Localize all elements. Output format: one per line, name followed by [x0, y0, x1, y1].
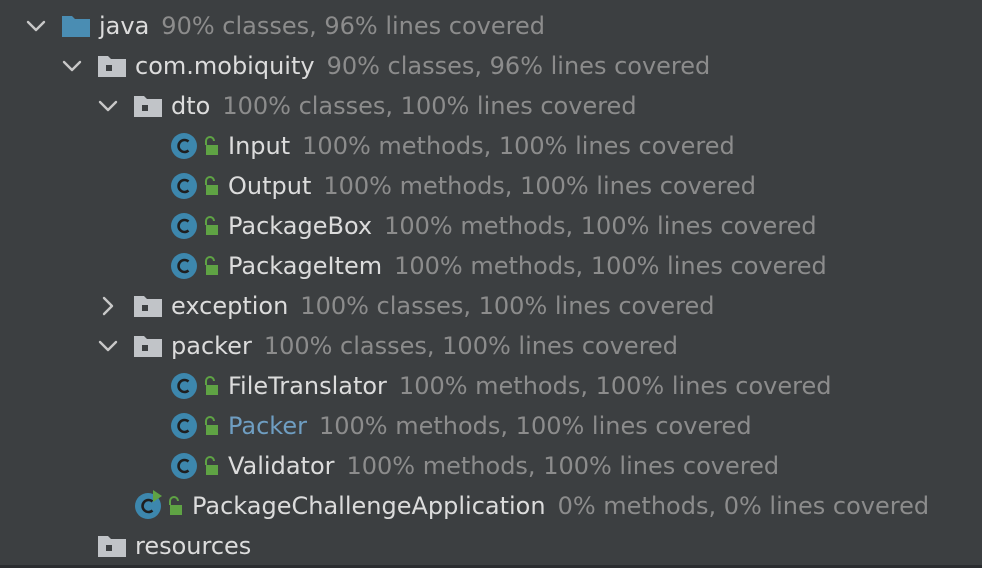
chevron-down-icon[interactable] — [60, 54, 84, 78]
lock-open-icon — [205, 256, 218, 275]
tree-node-resources[interactable]: resources — [0, 526, 982, 566]
tree-node-package-challenge-application[interactable]: PackageChallengeApplication 0% methods, … — [0, 486, 982, 526]
node-name: PackageItem — [228, 252, 383, 280]
coverage-summary: 100% classes, 100% lines covered — [222, 92, 637, 120]
tree-node-package-item[interactable]: PackageItem 100% methods, 100% lines cov… — [0, 246, 982, 286]
node-name: com.mobiquity — [135, 52, 315, 80]
node-name: java — [99, 12, 150, 40]
class-icon — [171, 213, 197, 239]
coverage-summary: 100% methods, 100% lines covered — [302, 132, 735, 160]
tree-node-java[interactable]: java 90% classes, 96% lines covered — [0, 6, 982, 46]
node-name: Input — [228, 132, 291, 160]
resources-folder-icon — [98, 536, 126, 557]
lock-open-icon — [205, 176, 218, 195]
lock-open-icon — [205, 376, 218, 395]
tree-node-package-box[interactable]: PackageBox 100% methods, 100% lines cove… — [0, 206, 982, 246]
class-icon — [171, 373, 197, 399]
tree-node-dto[interactable]: dto 100% classes, 100% lines covered — [0, 86, 982, 126]
node-name: Packer — [228, 412, 307, 440]
chevron-right-icon[interactable] — [96, 294, 120, 318]
package-folder-icon — [134, 296, 162, 317]
class-icon — [171, 453, 197, 479]
node-name: PackageChallengeApplication — [192, 492, 546, 520]
coverage-summary: 100% classes, 100% lines covered — [263, 332, 679, 360]
coverage-summary: 100% methods, 100% lines covered — [384, 212, 817, 240]
tree-node-exception[interactable]: exception 100% classes, 100% lines cover… — [0, 286, 982, 326]
class-icon — [171, 413, 197, 439]
coverage-summary: 0% methods, 0% lines covered — [557, 492, 930, 520]
lock-open-icon — [205, 456, 218, 475]
coverage-summary: 100% methods, 100% lines covered — [346, 452, 780, 480]
package-folder-icon — [134, 96, 162, 117]
chevron-down-icon[interactable] — [24, 14, 48, 38]
node-name: packer — [171, 332, 252, 360]
coverage-summary: 100% methods, 100% lines covered — [398, 372, 832, 400]
tree-node-validator[interactable]: Validator 100% methods, 100% lines cover… — [0, 446, 982, 486]
tree-node-packer-package[interactable]: packer 100% classes, 100% lines covered — [0, 326, 982, 366]
node-name: Output — [228, 172, 312, 200]
coverage-summary: 100% methods, 100% lines covered — [323, 172, 756, 200]
tree-node-file-translator[interactable]: FileTranslator 100% methods, 100% lines … — [0, 366, 982, 406]
node-name: resources — [135, 532, 252, 560]
chevron-down-icon[interactable] — [96, 334, 120, 358]
lock-open-icon — [205, 216, 218, 235]
lock-open-icon — [169, 496, 182, 515]
tree-node-packer-class[interactable]: Packer 100% methods, 100% lines covered — [0, 406, 982, 446]
source-root-folder-icon — [62, 16, 90, 37]
tree-node-output[interactable]: Output 100% methods, 100% lines covered — [0, 166, 982, 206]
lock-open-icon — [205, 416, 218, 435]
coverage-summary: 100% methods, 100% lines covered — [394, 252, 827, 280]
coverage-summary: 90% classes, 96% lines covered — [326, 52, 711, 80]
node-name: exception — [171, 292, 289, 320]
node-name: Validator — [228, 452, 335, 480]
package-folder-icon — [134, 336, 162, 357]
package-folder-icon — [98, 56, 126, 77]
tree-node-input[interactable]: Input 100% methods, 100% lines covered — [0, 126, 982, 166]
class-icon — [171, 173, 197, 199]
node-name: dto — [171, 92, 211, 120]
runnable-class-icon — [135, 490, 162, 519]
class-icon — [171, 133, 197, 159]
tree-node-com-mobiquity[interactable]: com.mobiquity 90% classes, 96% lines cov… — [0, 46, 982, 86]
coverage-tree: java 90% classes, 96% lines covered com.… — [0, 0, 982, 568]
node-name: PackageBox — [228, 212, 373, 240]
node-name: FileTranslator — [228, 372, 387, 400]
coverage-summary: 90% classes, 96% lines covered — [161, 12, 545, 40]
chevron-down-icon[interactable] — [96, 94, 120, 118]
coverage-summary: 100% methods, 100% lines covered — [318, 412, 752, 440]
lock-open-icon — [205, 136, 218, 155]
coverage-summary: 100% classes, 100% lines covered — [300, 292, 715, 320]
class-icon — [171, 253, 197, 279]
